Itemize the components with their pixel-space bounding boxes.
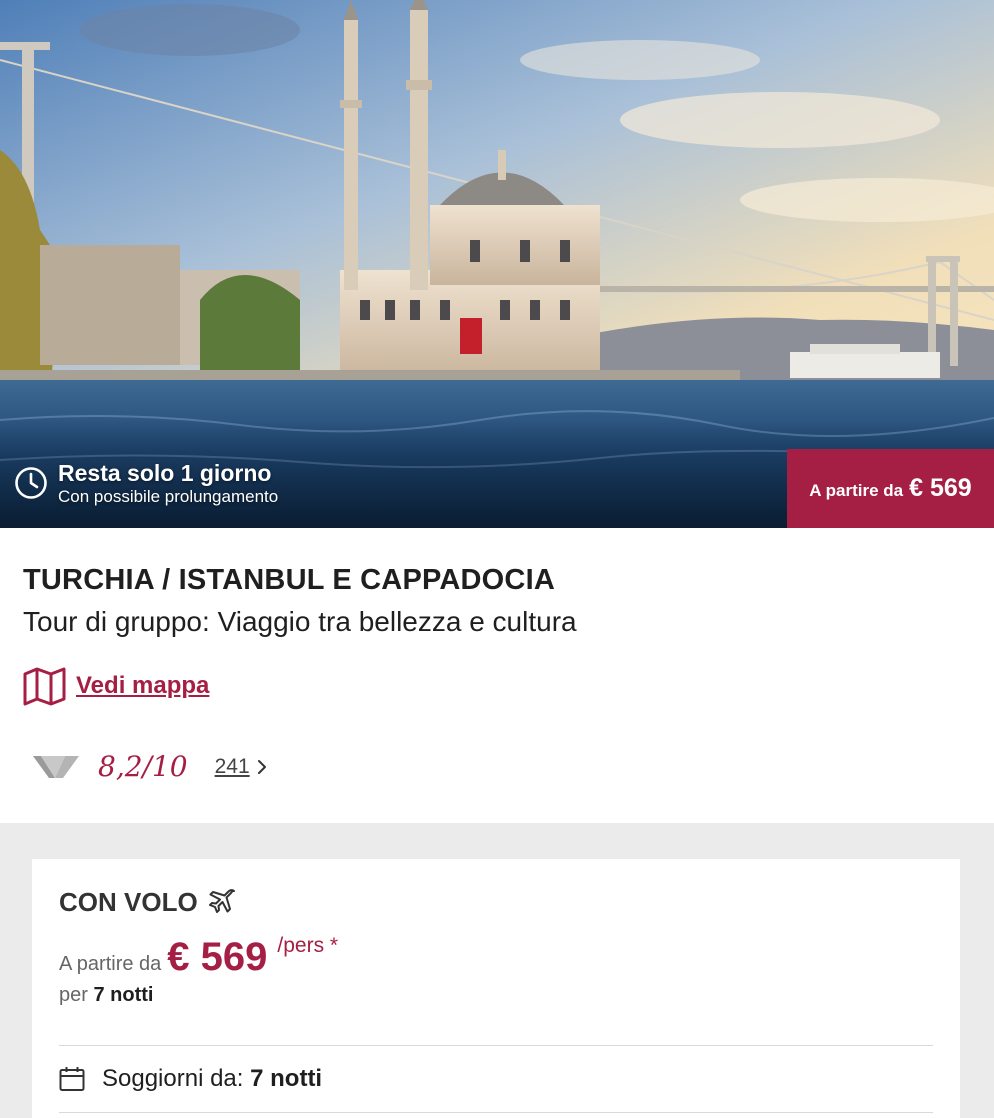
divider xyxy=(59,1045,933,1046)
offer-duration-prefix: per xyxy=(59,984,88,1006)
price-badge-label: A partire da xyxy=(809,480,904,500)
product-title: TURCHIA / ISTANBUL E CAPPADOCIA xyxy=(23,564,555,596)
offer-from-label: A partire da xyxy=(59,953,162,975)
offer-price: € 569 xyxy=(167,935,268,979)
clock-icon xyxy=(15,467,47,499)
offer-section: CON VOLO A partire da € 569 /pers * per … xyxy=(0,823,994,1118)
divider xyxy=(59,1112,933,1113)
chevron-right-icon[interactable] xyxy=(256,758,268,776)
stay-label: Soggiorni da: xyxy=(102,1065,244,1092)
offer-duration: per 7 notti xyxy=(59,984,153,1007)
brand-logo-icon xyxy=(33,755,79,778)
availability-title: Resta solo 1 giorno xyxy=(58,460,272,486)
product-info: TURCHIA / ISTANBUL E CAPPADOCIA Tour di … xyxy=(0,528,994,823)
price-badge: A partire da € 569 xyxy=(787,449,994,528)
airplane-icon xyxy=(208,889,235,913)
view-map-label: Vedi mappa xyxy=(76,672,210,699)
review-count-link[interactable]: 241 xyxy=(215,755,250,779)
availability-subtitle: Con possibile prolungamento xyxy=(58,487,279,506)
price-badge-amount: € 569 xyxy=(909,474,972,502)
view-map-link[interactable]: Vedi mappa xyxy=(23,666,209,706)
map-icon xyxy=(23,667,66,706)
offer-heading: CON VOLO xyxy=(59,886,239,918)
product-subtitle: Tour di gruppo: Viaggio tra bellezza e c… xyxy=(23,606,577,637)
rating-score: 8,2/10 xyxy=(98,750,188,783)
calendar-icon xyxy=(59,1067,85,1091)
offer-heading-label: CON VOLO xyxy=(59,886,198,917)
hero-banner: Resta solo 1 giorno Con possibile prolun… xyxy=(0,0,994,528)
flight-offer-card[interactable]: CON VOLO A partire da € 569 /pers * per … xyxy=(32,859,960,1118)
availability-notice: Resta solo 1 giorno Con possibile prolun… xyxy=(14,459,278,507)
stay-value: 7 notti xyxy=(250,1065,323,1092)
rating-summary: 8,2/10 241 xyxy=(33,750,268,783)
offer-price-row: A partire da € 569 /pers * xyxy=(59,934,339,980)
offer-per-person: /pers * xyxy=(277,934,339,957)
offer-duration-value: 7 notti xyxy=(93,984,154,1006)
availability-text: Resta solo 1 giorno Con possibile prolun… xyxy=(58,459,278,507)
stay-row: Soggiorni da: 7 notti xyxy=(59,1065,322,1093)
stay-text: Soggiorni da: 7 notti xyxy=(102,1065,322,1093)
